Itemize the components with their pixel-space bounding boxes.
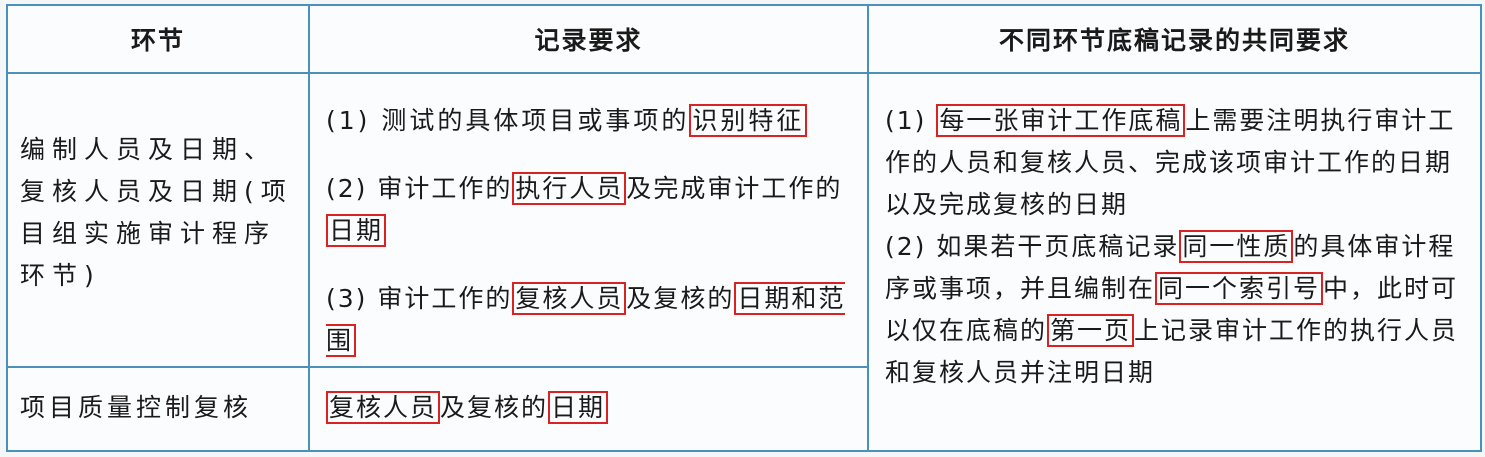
requirement-text: 及复核的 [626, 284, 735, 313]
requirement-text: 及完成审计工作的 [626, 174, 843, 203]
table-row: 编制人员及日期、复核人员及日期(项目组实施审计程序环节) (1) 测试的具体项目… [6, 72, 1482, 452]
common-requirements-cell: (1) 每一张审计工作底稿 上需要注明执行审计工作的人员和复核人员、完成该项审计工… [867, 72, 1482, 452]
highlight-box: 复核人员 [512, 282, 627, 315]
requirement-item: (1) 测试的具体项目或事项的 识别特征 [310, 74, 867, 142]
header-record-requirements: 记录要求 [308, 4, 869, 74]
common-item-1: (1) 每一张审计工作底稿 上需要注明执行审计工作的人员和复核人员、完成该项审计工… [869, 74, 1480, 226]
requirement-item: (3) 审计工作的 复核人员 及复核的 日期和范围 [310, 252, 867, 362]
requirement-item: 复核人员 及复核的 日期 [310, 368, 867, 429]
highlight-box: 日期 [548, 391, 609, 424]
working-paper-requirements-table: 环节 记录要求 不同环节底稿记录的共同要求 编制人员及日期、复核人员及日期(项目… [6, 4, 1482, 452]
requirement-text: 及复核的 [440, 393, 549, 422]
highlight-box: 日期 [326, 214, 387, 247]
common-item-2: (2) 如果若干页底稿记录 同一性质 的具体审计程序或事项，并且编制在 同一个索引号中… [869, 226, 1480, 394]
requirements-table: 环节 记录要求 不同环节底稿记录的共同要求 编制人员及日期、复核人员及日期(项目… [6, 4, 1482, 452]
highlight-box: 每一张审计工作底稿 [936, 104, 1186, 137]
requirement-item: (2) 审计工作的 执行人员 及完成审计工作的日期 [310, 142, 867, 252]
header-common-requirements: 不同环节底稿记录的共同要求 [867, 4, 1482, 74]
stage-cell: 编制人员及日期、复核人员及日期(项目组实施审计程序环节) [6, 72, 310, 368]
highlight-box: 同一性质 [1179, 230, 1294, 263]
highlight-box: 第一页 [1047, 314, 1135, 347]
requirement-text: (3) 审计工作的 [326, 284, 513, 313]
highlight-box: 识别特征 [689, 104, 808, 137]
common-text: (2) 如果若干页底稿记录 [885, 232, 1180, 261]
requirement-text: (2) 审计工作的 [326, 174, 513, 203]
highlight-box: 执行人员 [512, 172, 627, 205]
header-row: 环节 记录要求 不同环节底稿记录的共同要求 [6, 4, 1482, 74]
header-stage: 环节 [6, 4, 310, 74]
stage-cell: 项目质量控制复核 [6, 366, 310, 452]
highlight-box: 复核人员 [326, 391, 441, 424]
highlight-box: 同一个索引号 [1155, 272, 1324, 305]
requirements-cell: 复核人员 及复核的 日期 [308, 366, 869, 452]
requirement-text: (1) 测试的具体项目或事项的 [326, 106, 690, 135]
requirements-cell: (1) 测试的具体项目或事项的 识别特征 (2) 审计工作的 执行人员 及完成审计工作… [308, 72, 869, 368]
common-text: (1) [885, 106, 927, 135]
stage-text: 项目质量控制复核 [20, 393, 253, 422]
stage-text: 编制人员及日期、复核人员及日期(项目组实施审计程序环节) [20, 135, 293, 290]
